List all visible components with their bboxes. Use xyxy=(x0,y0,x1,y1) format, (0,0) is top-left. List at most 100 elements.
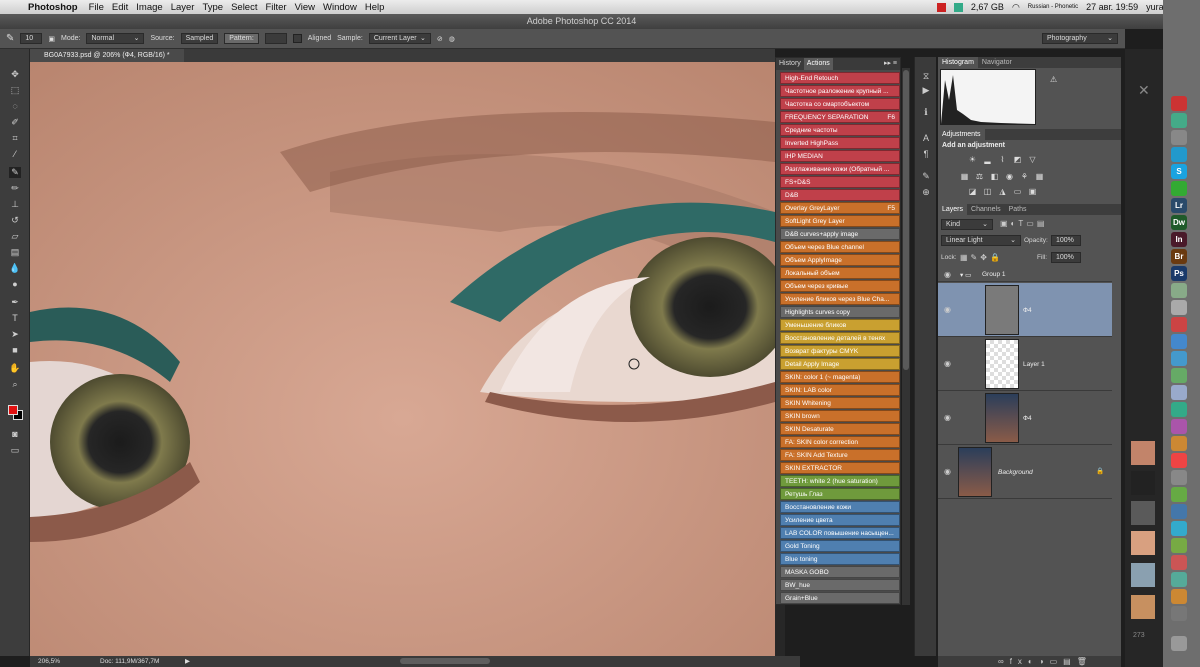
action-item[interactable]: SKIN: LAB color xyxy=(780,384,900,396)
memory-text[interactable]: 2,67 GB xyxy=(971,2,1004,12)
action-item[interactable]: Восстановление кожи xyxy=(780,501,900,513)
history-brush-tool-icon[interactable]: ↺ xyxy=(9,215,21,226)
bridge-icon[interactable]: Br xyxy=(1171,249,1187,264)
hue-sat-icon[interactable]: ▦ xyxy=(960,173,969,181)
app-icon[interactable] xyxy=(1171,470,1187,485)
zoom-level[interactable]: 206,5% xyxy=(38,656,60,667)
close-icon[interactable]: ✕ xyxy=(1138,82,1150,99)
eyedropper-tool-icon[interactable]: ⁄ xyxy=(9,149,21,160)
tab-actions[interactable]: Actions xyxy=(803,58,833,70)
layer-filter-icons[interactable]: ▣◐T▭▤ xyxy=(1000,219,1047,228)
threshold-icon[interactable]: ◮ xyxy=(998,188,1007,196)
action-item[interactable]: FA: SKIN color correction xyxy=(780,436,900,448)
app-icon[interactable] xyxy=(1171,334,1187,349)
brightness-icon[interactable]: ☀ xyxy=(968,156,977,164)
invert-icon[interactable]: ◪ xyxy=(968,188,977,196)
app-icon[interactable] xyxy=(1171,351,1187,366)
action-item[interactable]: High-End Retouch xyxy=(780,72,900,84)
app-icon[interactable] xyxy=(1171,96,1187,111)
thumbnail-image[interactable] xyxy=(1131,441,1155,465)
app-icon[interactable] xyxy=(1171,419,1187,434)
exposure-icon[interactable]: ◩ xyxy=(1013,156,1022,164)
status-menu-icon[interactable]: ▶ xyxy=(185,656,190,667)
quick-mask-icon[interactable]: ◙ xyxy=(9,429,21,440)
action-item[interactable]: SKIN EXTRACTOR xyxy=(780,462,900,474)
app-icon[interactable] xyxy=(1171,130,1187,145)
clone-stamp-tool-icon[interactable]: ⊥ xyxy=(9,199,21,210)
app-icon[interactable] xyxy=(1171,385,1187,400)
action-item[interactable]: Overlay GreyLayer F5 xyxy=(780,202,900,214)
layer-row[interactable]: ◉ Ф4 xyxy=(938,391,1112,445)
layer-row[interactable]: ◉ Layer 1 xyxy=(938,337,1112,391)
selective-color-icon[interactable]: ▣ xyxy=(1028,188,1037,196)
marquee-tool-icon[interactable]: ⬚ xyxy=(9,85,21,96)
app-icon[interactable] xyxy=(1171,453,1187,468)
path-select-tool-icon[interactable]: ➤ xyxy=(9,329,21,340)
app-icon[interactable] xyxy=(1171,436,1187,451)
action-item[interactable]: Частотное разложение крупный ... xyxy=(780,85,900,97)
blur-tool-icon[interactable]: 💧 xyxy=(9,263,21,274)
app-icon[interactable] xyxy=(1171,283,1187,298)
photo-filter-icon[interactable]: ◉ xyxy=(1005,173,1014,181)
brush-panel-icon[interactable]: ▣ xyxy=(48,35,55,43)
action-item[interactable]: SKIN: color 1 (~ magenta) xyxy=(780,371,900,383)
shape-tool-icon[interactable]: ■ xyxy=(9,345,21,356)
menu-layer[interactable]: Layer xyxy=(171,2,203,13)
vibrance-icon[interactable]: ▽ xyxy=(1028,156,1037,164)
canvas-horizontal-scroll-thumb[interactable] xyxy=(400,658,490,664)
tab-histogram[interactable]: Histogram xyxy=(938,57,978,68)
curves-icon[interactable]: ⌇ xyxy=(998,156,1007,164)
app-icon[interactable] xyxy=(1171,606,1187,621)
tab-layers[interactable]: Layers xyxy=(938,204,968,215)
menu-file[interactable]: File xyxy=(89,2,112,13)
brush-preset-icon[interactable]: ✎ xyxy=(920,171,932,182)
action-item[interactable]: Уменьшение бликов xyxy=(780,319,900,331)
action-item[interactable]: Локальный объем xyxy=(780,267,900,279)
mode-select[interactable]: Normal ⌄ xyxy=(86,33,145,44)
app-icon[interactable] xyxy=(1171,317,1187,332)
action-item[interactable]: Средние частоты xyxy=(780,124,900,136)
visibility-eye-icon[interactable]: ◉ xyxy=(944,305,951,314)
character-icon[interactable]: A xyxy=(920,133,932,144)
pen-tool-icon[interactable]: ✒ xyxy=(9,297,21,308)
action-item[interactable]: BW_hue xyxy=(780,579,900,591)
action-item[interactable]: D&B curves+apply image xyxy=(780,228,900,240)
indesign-icon[interactable]: In xyxy=(1171,232,1187,247)
warning-icon[interactable]: ⚠ xyxy=(1050,75,1057,84)
keyboard-text[interactable]: Russian - Phonetic xyxy=(1028,4,1078,10)
action-item[interactable]: TEETH: white 2 (hue saturation) xyxy=(780,475,900,487)
document-tab[interactable]: BG0A7933.psd @ 206% (Ф4, RGB/16) * xyxy=(30,49,184,62)
color-balance-icon[interactable]: ⚖ xyxy=(975,173,984,181)
fill-input[interactable]: 100% xyxy=(1051,252,1081,263)
aligned-checkbox[interactable] xyxy=(292,34,302,43)
trash-icon[interactable] xyxy=(1171,636,1187,651)
foreground-color-swatch[interactable] xyxy=(8,405,18,415)
action-item[interactable]: Gold Toning xyxy=(780,540,900,552)
menu-image[interactable]: Image xyxy=(136,2,170,13)
action-item[interactable]: Усиление бликов через Blue Cha... xyxy=(780,293,900,305)
opacity-input[interactable]: 100% xyxy=(1051,235,1081,246)
action-item[interactable]: LAB COLOR повышение насыщен... xyxy=(780,527,900,539)
action-item[interactable]: Blue toning xyxy=(780,553,900,565)
layer-row-background[interactable]: ◉ Background 🔒 xyxy=(938,445,1112,499)
action-item[interactable]: FS+D&S xyxy=(780,176,900,188)
skype-icon[interactable]: S xyxy=(1171,164,1187,179)
sample-select[interactable]: Current Layer ⌄ xyxy=(368,33,431,44)
action-item[interactable]: Highlights curves copy xyxy=(780,306,900,318)
menu-filter[interactable]: Filter xyxy=(265,2,294,13)
menu-window[interactable]: Window xyxy=(323,2,365,13)
action-item[interactable]: FREQUENCY SEPARATION F6 xyxy=(780,111,900,123)
app-icon[interactable] xyxy=(1171,181,1187,196)
play-icon[interactable]: ▶ xyxy=(920,85,932,96)
tab-adjustments[interactable]: Adjustments xyxy=(938,129,985,140)
pattern-picker[interactable] xyxy=(264,33,287,44)
color-lookup-icon[interactable]: ▦ xyxy=(1035,173,1044,181)
app-icon[interactable] xyxy=(1171,555,1187,570)
app-icon[interactable] xyxy=(1171,402,1187,417)
brush-size-picker[interactable]: 10 xyxy=(20,33,43,44)
menu-help[interactable]: Help xyxy=(365,2,393,13)
healing-tool-icon[interactable]: ✎ xyxy=(9,167,21,178)
layer-kind-filter[interactable]: Kind ⌄ xyxy=(941,219,993,230)
action-item[interactable]: SKIN brown xyxy=(780,410,900,422)
lasso-tool-icon[interactable]: ◌ xyxy=(9,101,21,112)
